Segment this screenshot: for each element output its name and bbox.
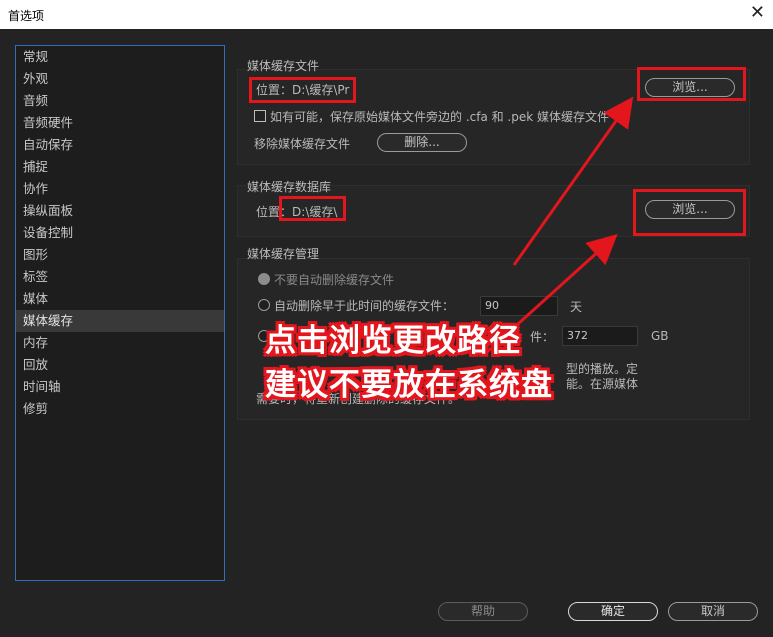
auto-delete-size-label: 件：	[530, 330, 555, 344]
save-beside-originals-checkbox[interactable]	[254, 110, 266, 122]
days-input[interactable]: 90	[480, 296, 558, 316]
days-unit-label: 天	[570, 300, 583, 314]
sidebar-item-timeline[interactable]: 时间轴	[16, 376, 224, 398]
db-browse-highlight-box	[633, 189, 746, 236]
media-cache-mgmt-title: 媒体缓存管理	[247, 247, 320, 261]
no-auto-delete-radio[interactable]	[258, 273, 270, 285]
preferences-sidebar: 常规 外观 音频 音频硬件 自动保存 捕捉 协作 操纵面板 设备控制 图形 标签…	[15, 45, 225, 581]
cancel-button[interactable]: 取消	[668, 602, 758, 621]
sidebar-item-collaboration[interactable]: 协作	[16, 178, 224, 200]
sidebar-item-graphics[interactable]: 图形	[16, 244, 224, 266]
db-location-highlight-box	[279, 196, 346, 221]
annotation-line2: 建议不要放在系统盘	[265, 367, 553, 403]
size-input[interactable]: 372	[562, 326, 638, 346]
close-icon[interactable]: ✕	[750, 3, 765, 23]
sidebar-item-media[interactable]: 媒体	[16, 288, 224, 310]
title-bar: 首选项 ✕	[0, 0, 773, 29]
size-unit-label: GB	[651, 329, 669, 343]
sidebar-item-labels[interactable]: 标签	[16, 266, 224, 288]
window-title: 首选项	[8, 9, 45, 23]
media-cache-files-title: 媒体缓存文件	[247, 59, 320, 73]
auto-delete-older-radio[interactable]	[258, 299, 270, 311]
media-cache-db-title: 媒体缓存数据库	[247, 180, 332, 194]
save-beside-originals-label: 如有可能，保存原始媒体文件旁边的 .cfa 和 .pek 媒体缓存文件	[270, 110, 610, 124]
sidebar-item-general[interactable]: 常规	[16, 46, 224, 68]
sidebar-item-trim[interactable]: 修剪	[16, 398, 224, 420]
sidebar-item-capture[interactable]: 捕捉	[16, 156, 224, 178]
sidebar-item-auto-save[interactable]: 自动保存	[16, 134, 224, 156]
remove-cache-files-label: 移除媒体缓存文件	[254, 137, 351, 151]
help-button[interactable]: 帮助	[438, 602, 528, 621]
browse-highlight-box	[637, 67, 746, 101]
sidebar-item-appearance[interactable]: 外观	[16, 68, 224, 90]
sidebar-item-media-cache[interactable]: 媒体缓存	[16, 310, 224, 332]
delete-cache-button[interactable]: 删除...	[377, 133, 467, 152]
sidebar-item-memory[interactable]: 内存	[16, 332, 224, 354]
annotation-line1: 点击浏览更改路径	[265, 323, 521, 359]
sidebar-item-audio-hardware[interactable]: 音频硬件	[16, 112, 224, 134]
auto-delete-older-label: 自动删除早于此时间的缓存文件：	[274, 299, 455, 313]
ok-button[interactable]: 确定	[568, 602, 658, 621]
sidebar-item-playback[interactable]: 回放	[16, 354, 224, 376]
sidebar-item-control-surface[interactable]: 操纵面板	[16, 200, 224, 222]
info-text-line2: 能。在源媒体	[566, 377, 639, 391]
sidebar-item-device-control[interactable]: 设备控制	[16, 222, 224, 244]
sidebar-item-audio[interactable]: 音频	[16, 90, 224, 112]
no-auto-delete-label: 不要自动删除缓存文件	[274, 273, 395, 287]
location-highlight-box	[249, 77, 356, 103]
